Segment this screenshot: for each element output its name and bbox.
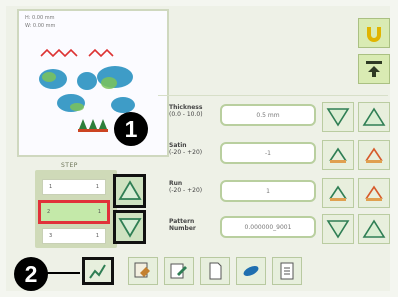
satin-label-text: Satin: [169, 142, 187, 149]
edit-icon: [170, 263, 187, 279]
pattern-number-field[interactable]: 0.000000_9001: [220, 216, 316, 238]
arrow-back-icon: [366, 61, 382, 77]
thickness-decrease-button[interactable]: [322, 102, 354, 132]
run-thin-icon: [329, 185, 347, 201]
triangle-up-icon: [362, 219, 386, 238]
run-decrease-button[interactable]: [322, 178, 354, 208]
horseshoe-icon: [367, 27, 381, 42]
satin-label: Satin (-20 - +20): [169, 142, 202, 156]
document-button[interactable]: [272, 257, 302, 285]
thickness-range: (0.0 - 10.0): [169, 111, 203, 118]
satin-range: (-20 - +20): [169, 149, 203, 156]
callout-marker-1: 1: [114, 112, 148, 146]
document-icon: [280, 262, 294, 280]
run-increase-button[interactable]: [358, 178, 390, 208]
pattern-label: Pattern Number: [169, 218, 196, 232]
step-row-number: 3: [49, 233, 53, 239]
thickness-field[interactable]: 0.5 mm: [220, 104, 316, 126]
satin-value: -1: [265, 149, 271, 157]
thickness-label-text: Thickness: [169, 104, 203, 111]
page-icon: [209, 262, 222, 280]
thread-button[interactable]: [236, 257, 266, 285]
mode-button[interactable]: [358, 18, 390, 48]
triangle-up-icon: [362, 107, 386, 126]
divider: [158, 95, 388, 96]
run-value: 1: [266, 187, 270, 195]
step-row-number: 1: [49, 184, 53, 190]
step-label: STEP: [61, 162, 78, 169]
edit-button[interactable]: [164, 257, 194, 285]
step-row[interactable]: 3 1: [42, 228, 106, 244]
triangle-down-icon: [326, 108, 350, 127]
step-row-selected[interactable]: 2 1: [38, 200, 110, 224]
run-field[interactable]: 1: [220, 180, 316, 202]
pattern-number-value: 0.000000_9001: [244, 223, 292, 231]
triangle-down-icon: [326, 220, 350, 239]
satin-field[interactable]: -1: [220, 142, 316, 164]
callout-pointer: [40, 272, 80, 274]
satin-decrease-button[interactable]: [322, 140, 354, 170]
satin-thick-icon: [365, 147, 383, 163]
thickness-label: Thickness (0.0 - 10.0): [169, 104, 203, 118]
pattern-decrease-button[interactable]: [322, 214, 354, 244]
step-row-number: 2: [47, 209, 51, 215]
step-row[interactable]: 1 1: [42, 179, 106, 195]
pattern-label-line1: Pattern: [169, 218, 195, 225]
satin-thin-icon: [329, 147, 347, 163]
triangle-down-icon: [117, 218, 142, 238]
step-down-button[interactable]: [113, 210, 146, 244]
step-up-button[interactable]: [113, 174, 146, 208]
satin-increase-button[interactable]: [358, 140, 390, 170]
back-button[interactable]: [358, 54, 390, 84]
pattern-button[interactable]: [128, 257, 158, 285]
triangle-up-icon: [117, 180, 142, 200]
run-range: (-20 - +20): [169, 187, 203, 194]
pattern-icon: [134, 262, 150, 278]
thread-icon: [243, 266, 259, 276]
thickness-increase-button[interactable]: [358, 102, 390, 132]
pattern-increase-button[interactable]: [358, 214, 390, 244]
thickness-value: 0.5 mm: [256, 111, 280, 119]
pattern-label-line2: Number: [169, 225, 196, 232]
step-row-value: 1: [95, 233, 99, 239]
run-thick-icon: [365, 185, 383, 201]
new-page-button[interactable]: [200, 257, 230, 285]
step-row-value: 1: [95, 184, 99, 190]
step-row-value: 1: [97, 209, 101, 215]
run-label: Run (-20 - +20): [169, 180, 202, 194]
run-label-text: Run: [169, 180, 183, 187]
step-list: 1 1 2 1 3 1: [35, 170, 117, 248]
